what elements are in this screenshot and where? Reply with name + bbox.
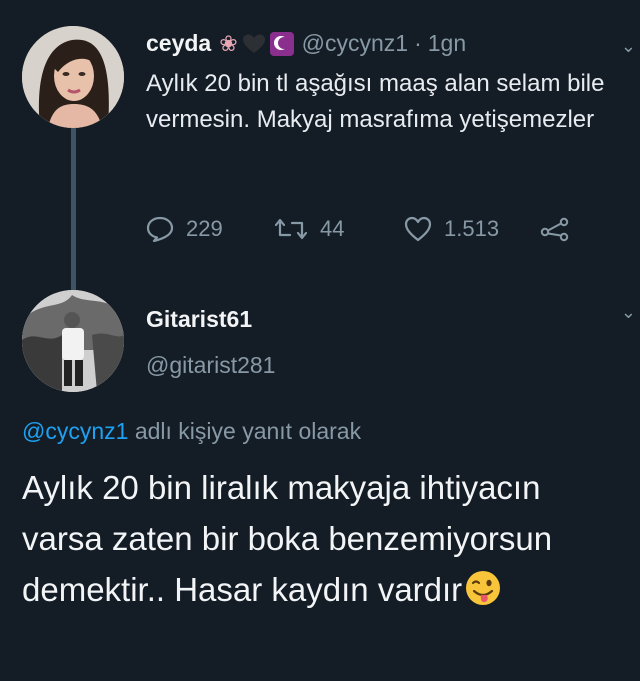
gitarist61-avatar[interactable] <box>22 290 124 392</box>
like-button[interactable]: 1.513 <box>404 216 540 242</box>
winking-tongue-emoji-icon <box>466 571 501 605</box>
flower-emoji-icon: ❀ <box>219 30 238 56</box>
crescent-star-icon <box>269 31 294 56</box>
tweet1-menu-chevron-icon[interactable]: ⌄ <box>621 36 636 57</box>
reply-button[interactable]: 229 <box>146 216 274 242</box>
tweet2-menu-chevron-icon[interactable]: ⌄ <box>621 302 636 323</box>
ceyda-avatar-image <box>22 26 124 128</box>
tweet1-author-name[interactable]: ceyda <box>146 30 211 57</box>
replying-to-line: @cycynz1 adlı kişiye yanıt olarak <box>22 418 361 445</box>
gitarist61-avatar-image <box>22 290 124 392</box>
reply-count: 229 <box>186 216 223 241</box>
tweet2-author-name[interactable]: Gitarist61 <box>146 306 252 333</box>
share-button[interactable] <box>540 216 582 242</box>
heart-icon <box>404 216 432 242</box>
reply-mention-link[interactable]: @cycynz1 <box>22 418 128 444</box>
tweet1-header: ceyda ❀ @cycynz1 · 1gn <box>146 30 466 57</box>
share-icon <box>540 217 569 242</box>
retweet-count: 44 <box>320 216 345 241</box>
tweet1-handle[interactable]: @cycynz1 <box>302 30 408 57</box>
thread-connector-line <box>71 128 76 290</box>
tweet1-action-bar: 229 44 1.513 <box>146 216 582 242</box>
ceyda-avatar[interactable] <box>22 26 124 128</box>
retweet-button[interactable]: 44 <box>274 216 404 242</box>
like-count: 1.513 <box>444 216 500 241</box>
tweet1-timestamp[interactable]: 1gn <box>428 30 466 57</box>
tweet1-separator: · <box>414 30 422 56</box>
reply-icon <box>146 216 174 242</box>
reply-to-label: adlı kişiye yanıt olarak <box>128 418 362 444</box>
tweet2-text-block: Aylık 20 bin liralık makyaja ihtiyacın v… <box>22 462 622 615</box>
tweet1-text: Aylık 20 bin tl aşağısı maaş alan selam … <box>146 70 605 133</box>
black-heart-icon <box>242 34 265 53</box>
retweet-icon <box>274 218 308 240</box>
tweet2-handle[interactable]: @gitarist281 <box>146 352 275 379</box>
